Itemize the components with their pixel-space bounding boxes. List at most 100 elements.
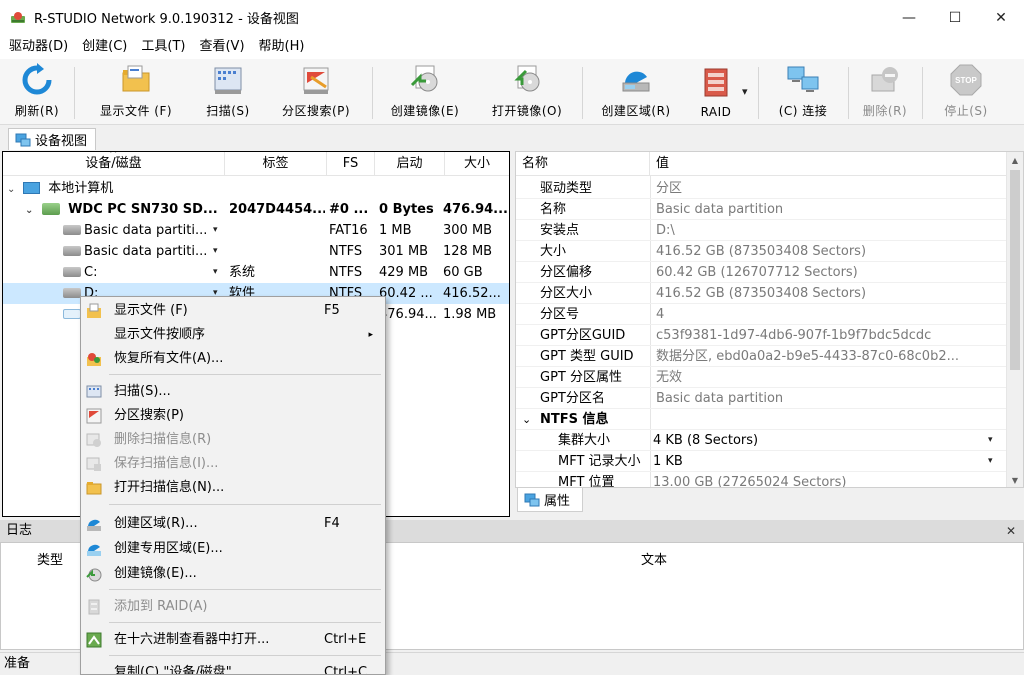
prop-name: 大小 <box>540 244 567 259</box>
close-button[interactable]: ✕ <box>978 0 1024 35</box>
prop-value: 60.42 GB (126707712 Sectors) <box>656 265 858 280</box>
scroll-thumb[interactable] <box>1010 170 1020 370</box>
log-col-text[interactable]: 文本 <box>641 549 667 568</box>
partition-search-button[interactable]: 分区搜索(P) <box>272 63 360 123</box>
ctx-scan[interactable]: 扫描(S)... <box>81 380 385 404</box>
ctx-add-to-raid[interactable]: 添加到 RAID(A) <box>81 595 385 619</box>
prop-row[interactable]: MFT 记录大小 1 KB ▾ <box>516 451 1006 472</box>
scan-button[interactable]: 扫描(S) <box>200 63 256 123</box>
prop-value: c53f9381-1d97-4db6-907f-1b9f7bdc5dcdc <box>656 328 932 343</box>
minimize-button[interactable]: — <box>886 0 932 35</box>
maximize-button[interactable]: ☐ <box>932 0 978 35</box>
partition-icon <box>63 245 81 256</box>
tree-row[interactable]: Basic data partiti... ▾ FAT16 1 MB 300 M… <box>3 220 509 241</box>
prop-row[interactable]: GPT分区GUID c53f9381-1d97-4db6-907f-1b9f7bd… <box>516 325 1006 346</box>
stop-button[interactable]: STOP 停止(S) <box>936 63 996 123</box>
create-region-button[interactable]: 创建区域(R) <box>594 63 678 123</box>
context-menu: 显示文件 (F) F5 显示文件按顺序 ▸ 恢复所有文件(A)... 扫描(S)… <box>80 296 386 675</box>
prop-name: 分区大小 <box>540 286 593 301</box>
raid-dropdown-icon[interactable]: ▾ <box>742 85 748 98</box>
tab-properties[interactable]: 属性 <box>517 488 584 512</box>
tree-row-disk[interactable]: ⌄ WDC PC SN730 SD... 2047D4454... #0 ...… <box>3 199 509 220</box>
app-icon <box>11 11 25 23</box>
ctx-copy-device[interactable]: 复制(C) "设备/磁盘" Ctrl+C <box>81 661 385 674</box>
partition-icon <box>63 266 81 277</box>
ctx-label: 分区搜索(P) <box>114 408 184 423</box>
create-image-button[interactable]: 创建镜像(E) <box>382 63 468 123</box>
chevron-down-icon[interactable]: ▾ <box>213 220 218 241</box>
prop-row[interactable]: 分区大小 416.52 GB (873503408 Sectors) <box>516 283 1006 304</box>
menu-help[interactable]: 帮助(H) <box>252 35 312 59</box>
prop-row[interactable]: 集群大小 4 KB (8 Sectors) ▾ <box>516 430 1006 451</box>
partition-fs: NTFS <box>329 265 363 280</box>
menu-create[interactable]: 创建(C) <box>75 35 134 59</box>
chevron-down-icon[interactable]: ▾ <box>988 430 993 451</box>
prop-name: 驱动类型 <box>540 181 593 196</box>
prop-row[interactable]: 驱动类型 分区 <box>516 178 1006 199</box>
prop-row[interactable]: GPT 分区属性 无效 <box>516 367 1006 388</box>
col-start[interactable]: 启动 <box>375 152 445 176</box>
ctx-show-files[interactable]: 显示文件 (F) F5 <box>81 299 385 323</box>
prop-row[interactable]: 安装点 D:\ <box>516 220 1006 241</box>
raid-button[interactable]: RAID <box>694 63 738 123</box>
chevron-down-icon[interactable]: ▾ <box>213 241 218 262</box>
tree-row[interactable]: Basic data partiti... ▾ NTFS 301 MB 128 … <box>3 241 509 262</box>
log-col-type[interactable]: 类型 <box>37 549 63 568</box>
scroll-down-icon[interactable]: ▼ <box>1007 472 1023 487</box>
ctx-shortcut: F4 <box>324 516 340 531</box>
col-prop-value[interactable]: 值 <box>650 152 1006 176</box>
chevron-down-icon[interactable]: ▾ <box>213 262 218 283</box>
ctx-open-scan-info[interactable]: 打开扫描信息(N)... <box>81 476 385 500</box>
ctx-show-files-ordered[interactable]: 显示文件按顺序 ▸ <box>81 323 385 347</box>
ctx-create-dedicated-region[interactable]: 创建专用区域(E)... <box>81 537 385 561</box>
refresh-button[interactable]: 刷新(R) <box>8 63 66 123</box>
prop-row[interactable]: 分区偏移 60.42 GB (126707712 Sectors) <box>516 262 1006 283</box>
prop-row[interactable]: 分区号 4 <box>516 304 1006 325</box>
menu-tools[interactable]: 工具(T) <box>134 35 192 59</box>
log-title: 日志 <box>6 523 33 538</box>
tab-device-view[interactable]: 设备视图 <box>8 128 97 150</box>
expand-icon[interactable]: ⌄ <box>25 200 37 220</box>
partition-label: 系统 <box>229 265 256 280</box>
collapse-icon[interactable]: ⌄ <box>522 409 531 430</box>
tree-row[interactable]: C: ▾ 系统 NTFS 429 MB 60 GB <box>3 262 509 283</box>
ctx-delete-scan-info[interactable]: 删除扫描信息(R) <box>81 428 385 452</box>
stop-label: 停止(S) <box>944 104 988 118</box>
prop-row[interactable]: 名称 Basic data partition <box>516 199 1006 220</box>
properties-scrollbar[interactable]: ▲ ▼ <box>1006 152 1023 487</box>
col-size[interactable]: 大小 <box>445 152 509 176</box>
ctx-partition-search[interactable]: 分区搜索(P) <box>81 404 385 428</box>
partition-size: 416.52... <box>443 286 501 301</box>
disk-size: 476.94... <box>443 202 508 217</box>
col-label[interactable]: 标签 <box>225 152 327 176</box>
show-files-button[interactable]: 显示文件 (F) <box>92 63 180 123</box>
ctx-save-scan-info[interactable]: 保存扫描信息(I)... <box>81 452 385 476</box>
menu-view[interactable]: 查看(V) <box>192 35 251 59</box>
properties-header: 名称 值 <box>516 152 1006 176</box>
close-icon[interactable]: ✕ <box>1006 520 1016 542</box>
tree-row-local-computer[interactable]: ⌄ 本地计算机 <box>3 178 509 199</box>
expand-icon[interactable]: ⌄ <box>7 179 19 199</box>
prop-value: Basic data partition <box>656 391 784 406</box>
prop-row[interactable]: MFT 位置 13.00 GB (27265024 Sectors) <box>516 472 1006 487</box>
chevron-down-icon[interactable]: ▾ <box>988 451 993 472</box>
ctx-open-hex-viewer[interactable]: 在十六进制查看器中打开... Ctrl+E <box>81 628 385 652</box>
open-folder-icon <box>86 482 102 495</box>
prop-row[interactable]: GPT 类型 GUID 数据分区, ebd0a0a2-b9e5-4433-87c0… <box>516 346 1006 367</box>
ctx-recover-all[interactable]: 恢复所有文件(A)... <box>81 347 385 371</box>
col-prop-name[interactable]: 名称 <box>516 152 650 176</box>
prop-section-ntfs[interactable]: ⌄ NTFS 信息 <box>516 409 1006 430</box>
open-image-button[interactable]: 打开镜像(O) <box>486 63 568 123</box>
connect-button[interactable]: (C) 连接 <box>770 63 836 123</box>
col-device[interactable]: 设备/磁盘 ^ <box>3 152 225 176</box>
ctx-create-image[interactable]: 创建镜像(E)... <box>81 562 385 586</box>
prop-row[interactable]: 大小 416.52 GB (873503408 Sectors) <box>516 241 1006 262</box>
ctx-create-region[interactable]: 创建区域(R)... F4 <box>81 512 385 536</box>
delete-button[interactable]: 删除(R) <box>858 63 912 123</box>
col-fs[interactable]: FS <box>327 152 375 176</box>
scroll-up-icon[interactable]: ▲ <box>1007 152 1023 169</box>
prop-row[interactable]: GPT分区名 Basic data partition <box>516 388 1006 409</box>
ctx-label: 显示文件按顺序 <box>114 327 206 342</box>
recover-icon <box>87 353 101 366</box>
menu-drive[interactable]: 驱动器(D) <box>2 35 75 59</box>
